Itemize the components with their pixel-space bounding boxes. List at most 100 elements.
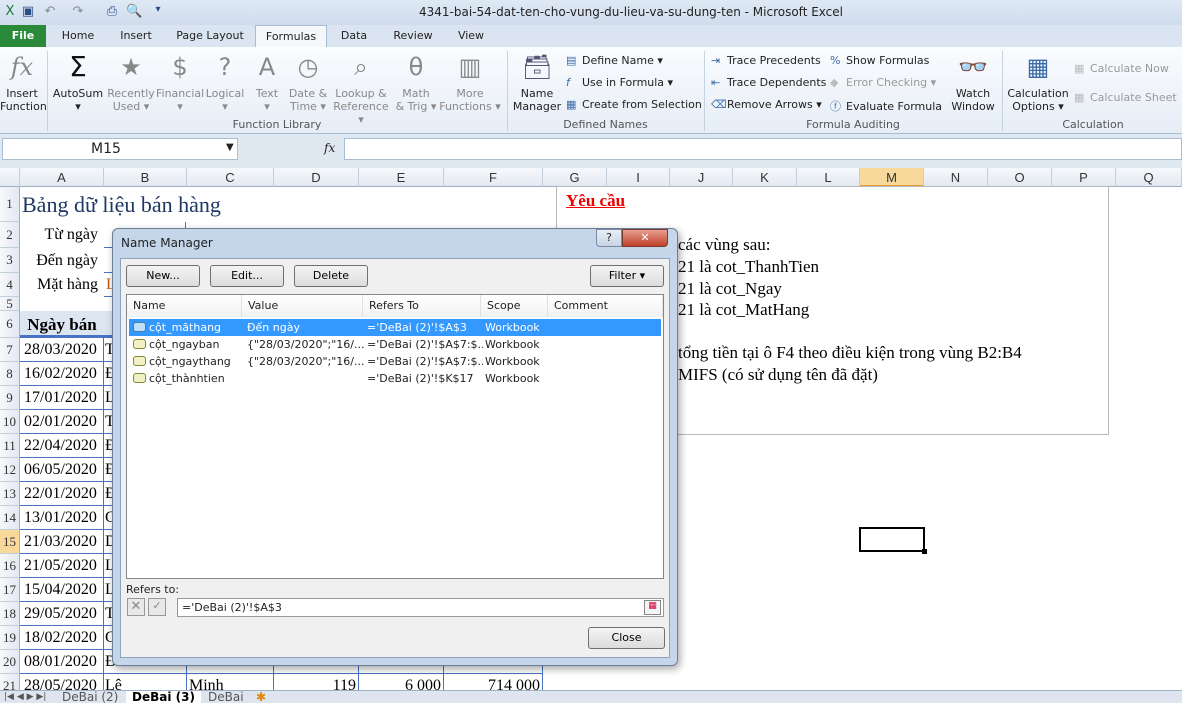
autosum-button[interactable]: Σ AutoSum ▾ — [52, 51, 104, 114]
sheet-tab-debai-2[interactable]: DeBai (2) — [62, 691, 118, 704]
label-cell[interactable]: Từ ngày — [20, 222, 98, 248]
insert-sheet-icon[interactable]: ✱ — [256, 691, 266, 704]
tab-data[interactable]: Data — [334, 25, 374, 47]
name-list-item[interactable]: cột_thànhtien ='DeBai (2)'!$K$17 Workbook — [129, 370, 661, 387]
column-header-l[interactable]: L — [797, 168, 860, 187]
date-cell[interactable]: 22/04/2020 — [24, 434, 104, 458]
delete-button[interactable]: Delete — [294, 265, 368, 287]
date-cell[interactable]: 16/02/2020 — [24, 362, 104, 386]
define-name-button[interactable]: ▤ Define Name ▾ — [566, 54, 663, 67]
names-list[interactable]: Name Value Refers To Scope Comment cột_m… — [126, 294, 664, 579]
new-button[interactable]: New... — [126, 265, 200, 287]
column-header-g[interactable]: G — [543, 168, 607, 187]
date-cell[interactable]: 06/05/2020 — [24, 458, 104, 482]
column-header-e[interactable]: E — [359, 168, 444, 187]
calculate-sheet-button[interactable]: ▦ Calculate Sheet — [1074, 91, 1177, 104]
row-header-5[interactable]: 5 — [0, 296, 20, 311]
math-trig-button[interactable]: θ Math & Trig ▾ — [394, 51, 438, 113]
date-cell[interactable]: 08/01/2020 — [24, 650, 104, 674]
date-cell[interactable]: 02/01/2020 — [24, 410, 104, 434]
remove-arrows-button[interactable]: ⌫Remove Arrows ▾ — [711, 98, 822, 111]
first-sheet-icon[interactable]: |◀ ◀ ▶ ▶| — [4, 691, 46, 704]
cancel-edit-icon[interactable]: ✕ — [127, 598, 145, 616]
tab-formulas[interactable]: Formulas — [255, 25, 327, 47]
row-header-9[interactable]: 9 — [0, 386, 20, 410]
financial-button[interactable]: $ Financial ▾ — [156, 51, 204, 113]
sheet-title[interactable]: Bảng dữ liệu bán hàng — [22, 187, 422, 222]
date-cell[interactable]: 28/03/2020 — [24, 338, 104, 362]
calculate-now-button[interactable]: ▦ Calculate Now — [1074, 62, 1169, 75]
row-header-18[interactable]: 18 — [0, 602, 20, 626]
tab-file[interactable]: File — [0, 25, 46, 47]
row-header-14[interactable]: 14 — [0, 506, 20, 530]
edit-button[interactable]: Edit... — [210, 265, 284, 287]
name-list-item[interactable]: cột_mãthang Đến ngày ='DeBai (2)'!$A$3 Work… — [129, 319, 661, 336]
name-list-item[interactable]: cột_ngayban {"28/03/2020";"16/... ='DeBai … — [129, 336, 661, 353]
tab-home[interactable]: Home — [56, 25, 100, 47]
date-cell[interactable]: 21/03/2020 — [24, 530, 104, 554]
tab-page-layout[interactable]: Page Layout — [170, 25, 250, 47]
trace-dependents-button[interactable]: ⇤ Trace Dependents — [711, 76, 826, 89]
evaluate-formula-button[interactable]: ⓕ Evaluate Formula — [830, 98, 942, 114]
row-header-13[interactable]: 13 — [0, 482, 20, 506]
column-header-refers-to[interactable]: Refers To — [363, 295, 481, 317]
date-cell[interactable]: 18/02/2020 — [24, 626, 104, 650]
row-header-3[interactable]: 3 — [0, 248, 20, 273]
header-ngay-ban[interactable]: Ngày bán — [20, 311, 104, 338]
error-checking-button[interactable]: ◆ Error Checking ▾ — [830, 76, 936, 89]
use-in-formula-button[interactable]: f Use in Formula ▾ — [566, 76, 673, 89]
select-all-corner[interactable] — [0, 168, 20, 187]
column-header-a[interactable]: A — [20, 168, 104, 187]
date-cell[interactable]: 21/05/2020 — [24, 554, 104, 578]
date-cell[interactable]: 29/05/2020 — [24, 602, 104, 626]
row-header-8[interactable]: 8 — [0, 362, 20, 386]
column-header-q[interactable]: Q — [1116, 168, 1182, 187]
sheet-tab-debai[interactable]: DeBai — [208, 691, 244, 704]
label-cell[interactable]: Mặt hàng — [20, 273, 98, 297]
column-header-c[interactable]: C — [187, 168, 274, 187]
filter-button[interactable]: Filter ▾ — [590, 265, 664, 287]
tab-insert[interactable]: Insert — [112, 25, 160, 47]
name-box-dropdown-icon[interactable]: ▼ — [226, 142, 234, 153]
calculation-options-button[interactable]: ▦ Calculation Options ▾ — [1006, 51, 1070, 113]
column-header-p[interactable]: P — [1052, 168, 1116, 187]
column-header-comment[interactable]: Comment — [548, 295, 663, 317]
column-header-o[interactable]: O — [988, 168, 1052, 187]
row-header-12[interactable]: 12 — [0, 458, 20, 482]
column-header-scope[interactable]: Scope — [481, 295, 548, 317]
column-header-n[interactable]: N — [924, 168, 988, 187]
row-header-10[interactable]: 10 — [0, 410, 20, 434]
column-header-m[interactable]: M — [860, 168, 924, 187]
column-header-value[interactable]: Value — [242, 295, 363, 317]
date-cell[interactable]: 15/04/2020 — [24, 578, 104, 602]
formula-input[interactable] — [344, 138, 1182, 160]
sheet-tab-debai-3[interactable]: DeBai (3) — [126, 691, 201, 704]
show-formulas-button[interactable]: % Show Formulas — [830, 54, 929, 67]
close-icon[interactable]: ✕ — [622, 229, 668, 247]
name-list-item[interactable]: cột_ngaythang {"28/03/2020";"16/... ='DeBa… — [129, 353, 661, 370]
confirm-edit-icon[interactable]: ✓ — [148, 598, 166, 616]
collapse-dialog-icon[interactable]: ▦ — [644, 600, 661, 615]
text-button[interactable]: A Text ▾ — [250, 51, 284, 113]
trace-precedents-button[interactable]: ⇥ Trace Precedents — [711, 54, 821, 67]
logical-button[interactable]: ? Logical ▾ — [204, 51, 246, 113]
close-button[interactable]: Close — [588, 627, 665, 649]
insert-function-fx-icon[interactable]: fx — [324, 141, 335, 155]
row-header-4[interactable]: 4 — [0, 273, 20, 297]
tab-review[interactable]: Review — [388, 25, 438, 47]
row-header-2[interactable]: 2 — [0, 222, 20, 248]
more-functions-button[interactable]: ▥ More Functions ▾ — [438, 51, 502, 113]
column-header-b[interactable]: B — [104, 168, 187, 187]
watch-window-button[interactable]: 👓 Watch Window — [946, 51, 1000, 113]
row-header-6[interactable]: 6 — [0, 311, 20, 338]
fill-handle[interactable] — [922, 549, 927, 554]
name-manager-button[interactable]: 🗃 Name Manager — [511, 51, 563, 113]
help-button[interactable]: ? — [596, 229, 622, 247]
row-header-19[interactable]: 19 — [0, 626, 20, 650]
column-header-f[interactable]: F — [444, 168, 543, 187]
date-cell[interactable]: 22/01/2020 — [24, 482, 104, 506]
date-time-button[interactable]: ◷ Date & Time ▾ — [286, 51, 330, 113]
date-cell[interactable]: 13/01/2020 — [24, 506, 104, 530]
create-from-selection-button[interactable]: ▦ Create from Selection — [566, 98, 702, 111]
row-header-1[interactable]: 1 — [0, 187, 20, 222]
